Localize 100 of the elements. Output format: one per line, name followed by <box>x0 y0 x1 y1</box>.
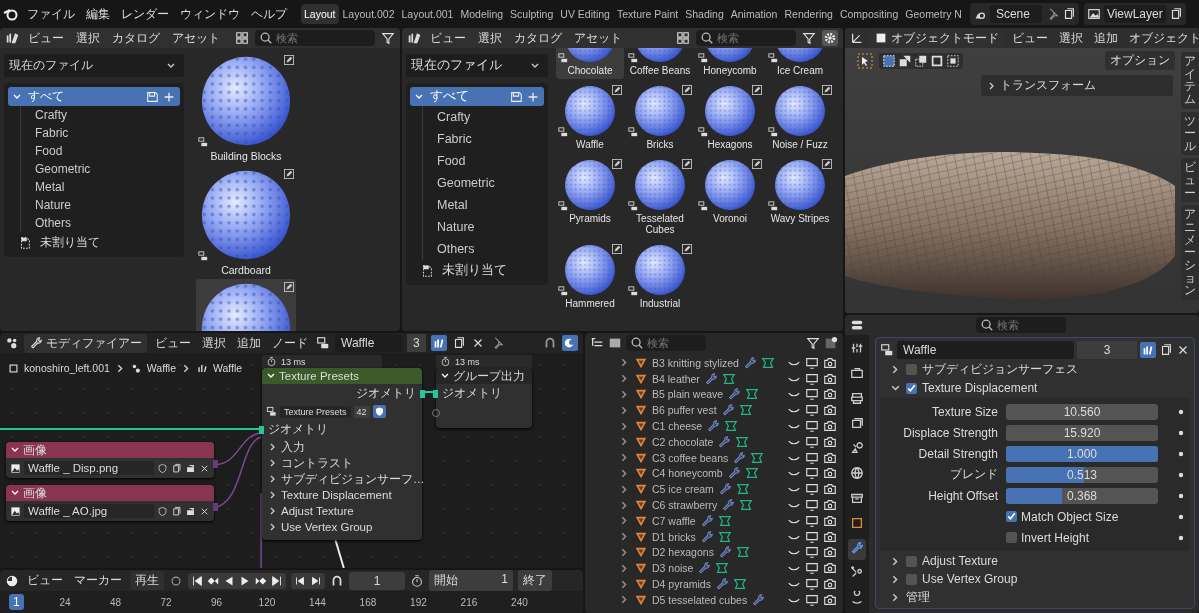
catalog-item[interactable]: すべて <box>8 87 180 106</box>
camera-icon[interactable] <box>823 529 837 544</box>
chevron-right-icon[interactable] <box>619 389 630 400</box>
chevron-right-icon[interactable] <box>619 594 630 606</box>
camera-icon[interactable] <box>823 355 837 370</box>
save-icon[interactable] <box>145 89 159 104</box>
monitor-icon[interactable] <box>805 466 819 481</box>
pencil-icon[interactable] <box>284 55 294 65</box>
asset-tile[interactable]: Voronoi <box>696 156 764 238</box>
catalog-item[interactable]: Crafty <box>35 106 180 124</box>
catalog-item[interactable]: 未割り当て <box>442 262 507 279</box>
catalog-item[interactable]: Geometric <box>437 172 544 194</box>
current-frame-marker[interactable]: 1 <box>9 594 24 610</box>
overlay-icon[interactable] <box>562 335 578 351</box>
monitor-icon[interactable] <box>805 513 819 528</box>
chevron-right-icon[interactable] <box>619 420 630 432</box>
end-frame-field[interactable]: 終了 <box>518 570 552 591</box>
outliner-row[interactable]: C6 strawberry <box>619 497 843 513</box>
menu-item[interactable]: 選択 <box>475 29 505 47</box>
shield-icon[interactable] <box>157 462 168 474</box>
image-icon[interactable] <box>608 336 622 350</box>
settings-icon[interactable] <box>822 30 838 46</box>
asset-library-icon[interactable] <box>5 31 19 45</box>
pencil-icon[interactable] <box>682 85 692 95</box>
transform-panel-header[interactable]: トランスフォーム <box>981 75 1173 96</box>
menu-item[interactable]: アセット <box>571 29 625 47</box>
node-group-icon[interactable] <box>316 336 330 350</box>
menu-item[interactable]: 選択 <box>73 29 103 47</box>
node-group-icon[interactable] <box>880 343 894 357</box>
asset-tile[interactable]: Industrial <box>626 241 694 312</box>
workspace-tab[interactable]: Geometry N <box>902 4 965 24</box>
number-field[interactable]: 0.368 <box>1006 487 1158 504</box>
filter-icon[interactable] <box>806 336 820 350</box>
chevron-right-icon[interactable] <box>619 531 630 543</box>
asset-tile[interactable]: Tesselated Cubes <box>626 156 694 238</box>
monitor-icon[interactable] <box>805 498 819 513</box>
view-layer-field[interactable]: ViewLayer <box>1103 5 1166 23</box>
number-field[interactable]: 15.920 <box>1006 424 1158 441</box>
record-icon[interactable] <box>169 573 183 588</box>
keyframe-dot-icon[interactable] <box>1178 429 1184 436</box>
monitor-icon[interactable] <box>805 355 819 370</box>
catalog-item[interactable]: 未割り当て <box>40 234 100 251</box>
menu-item[interactable]: オブジェクト <box>1126 29 1199 47</box>
cursor-icon[interactable] <box>857 52 873 69</box>
fake-user-icon[interactable] <box>430 335 447 351</box>
menu-item[interactable]: ビュー <box>24 572 66 589</box>
library-dropdown[interactable]: 現在のファイル <box>406 54 548 77</box>
monitor-icon[interactable] <box>805 434 819 449</box>
camera-icon[interactable] <box>823 371 837 386</box>
scene-field[interactable]: Scene <box>989 5 1042 23</box>
workspace-tab[interactable]: UV Editing <box>557 4 613 24</box>
camera-icon[interactable] <box>823 434 837 449</box>
shield-icon[interactable] <box>372 405 386 418</box>
node-group-field[interactable]: Waffle <box>897 341 1074 359</box>
outliner-row[interactable]: C4 honeycomb <box>619 465 843 482</box>
panel-title[interactable]: 管理 <box>906 589 930 606</box>
filter-icon[interactable] <box>381 31 395 45</box>
menu-item[interactable]: 編集 <box>83 5 113 23</box>
save-icon[interactable] <box>509 89 523 104</box>
user-count[interactable]: 3 <box>1077 341 1137 359</box>
node-panel-item[interactable]: Adjust Texture <box>262 503 422 519</box>
node-panel-item[interactable]: サブディビジョンサーフ… <box>262 471 422 487</box>
camera-icon[interactable] <box>823 419 837 434</box>
playback-dropdown[interactable]: 再生 <box>130 571 164 590</box>
outliner-row[interactable]: B6 puffer vest <box>619 402 843 419</box>
options-dropdown[interactable]: オプション <box>1105 51 1175 70</box>
menu-item[interactable]: ビュー <box>152 334 194 352</box>
asset-tile[interactable]: Chocolate <box>556 48 624 79</box>
start-frame-field[interactable]: 開始 1 <box>429 570 513 591</box>
properties-tab[interactable] <box>848 539 866 560</box>
number-field[interactable]: 10.560 <box>1006 403 1158 420</box>
keyframe-dot-icon[interactable] <box>1178 513 1184 520</box>
panel-title[interactable]: サブディビジョンサーフェス <box>922 361 1078 378</box>
monitor-icon[interactable] <box>805 450 819 465</box>
extend-select-icon[interactable] <box>898 53 912 68</box>
menu-item[interactable]: ビュー <box>25 29 67 47</box>
workspace-tab[interactable]: Rendering <box>781 4 836 24</box>
user-count[interactable]: 42 <box>353 405 370 418</box>
menu-item[interactable]: カタログ <box>109 29 163 47</box>
stack-icon[interactable] <box>185 505 196 517</box>
node-header[interactable]: Texture Presets <box>262 368 422 384</box>
workspace-tab[interactable]: Animation <box>727 4 781 24</box>
workspace-tab[interactable]: Sculpting <box>507 4 557 24</box>
chevron-right-icon[interactable] <box>890 592 901 603</box>
checkbox[interactable] <box>1006 532 1017 543</box>
current-frame-field[interactable]: 1 <box>349 571 405 590</box>
filter-icon[interactable] <box>802 31 816 45</box>
panel-title[interactable]: Adjust Texture <box>922 554 998 568</box>
panel-title[interactable]: Texture Displacement <box>922 381 1038 395</box>
menu-item[interactable]: ノード <box>269 334 311 352</box>
search-field[interactable]: 検索 <box>626 335 706 351</box>
catalog-item[interactable]: Metal <box>35 178 180 196</box>
monitor-icon[interactable] <box>805 561 819 576</box>
chevron-right-icon[interactable] <box>619 546 630 558</box>
number-field[interactable]: 1.000 <box>1006 445 1158 462</box>
menu-item[interactable]: 追加 <box>1091 29 1121 47</box>
catalog-item[interactable]: Food <box>437 150 544 172</box>
image-file-field[interactable]: Waffle _ AO.jpg <box>24 504 154 518</box>
camera-icon[interactable] <box>823 577 837 592</box>
catalog-item[interactable]: Fabric <box>35 124 180 142</box>
